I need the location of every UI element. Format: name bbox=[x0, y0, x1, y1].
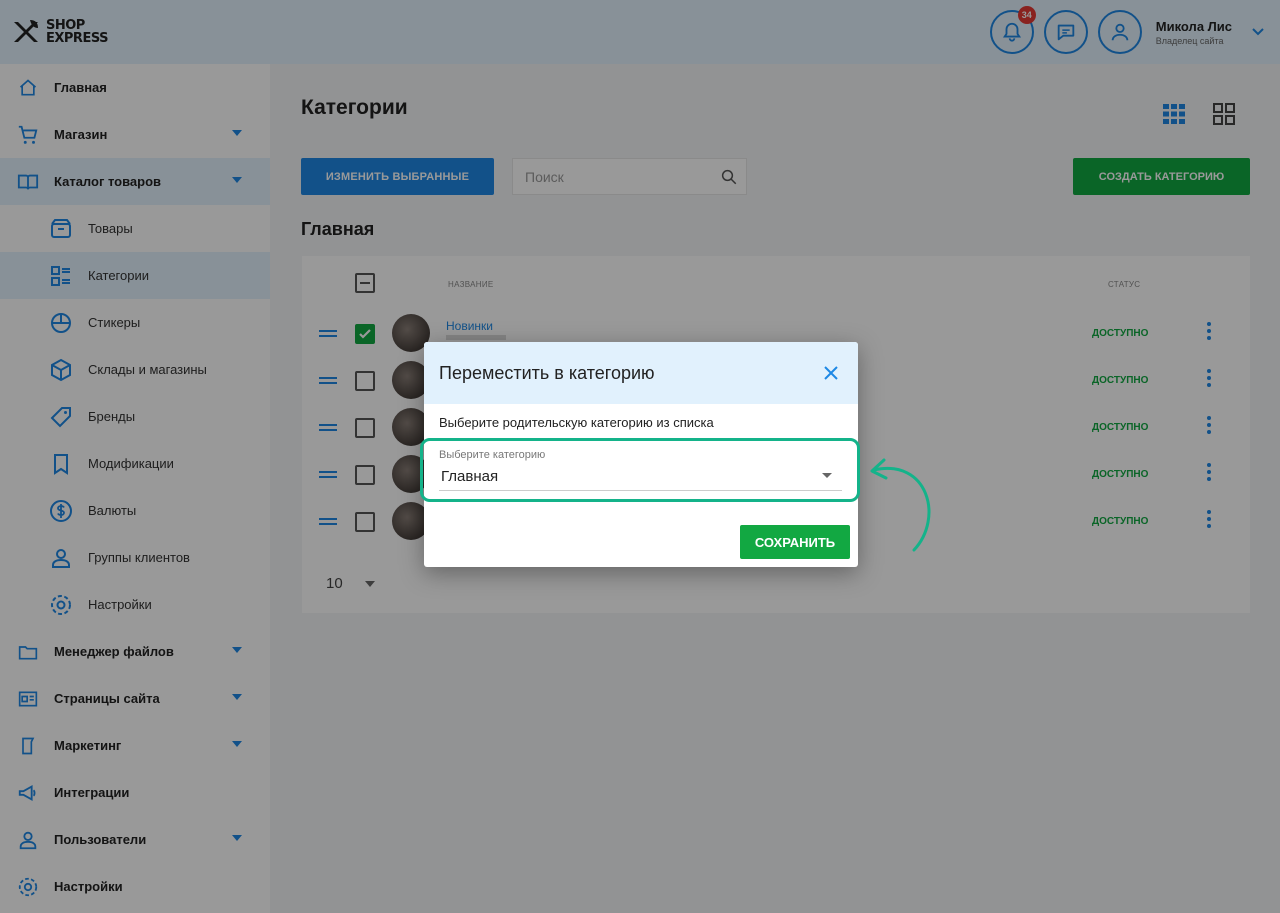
save-button[interactable]: СОХРАНИТЬ bbox=[740, 525, 850, 559]
close-icon[interactable] bbox=[822, 364, 840, 382]
dialog-header: Переместить в категорию bbox=[424, 342, 858, 404]
dialog-description: Выберите родительскую категорию из списк… bbox=[439, 415, 714, 430]
annotation-arrow-icon bbox=[870, 458, 931, 552]
dialog-title: Переместить в категорию bbox=[439, 362, 655, 383]
select-highlight-frame bbox=[420, 438, 860, 502]
